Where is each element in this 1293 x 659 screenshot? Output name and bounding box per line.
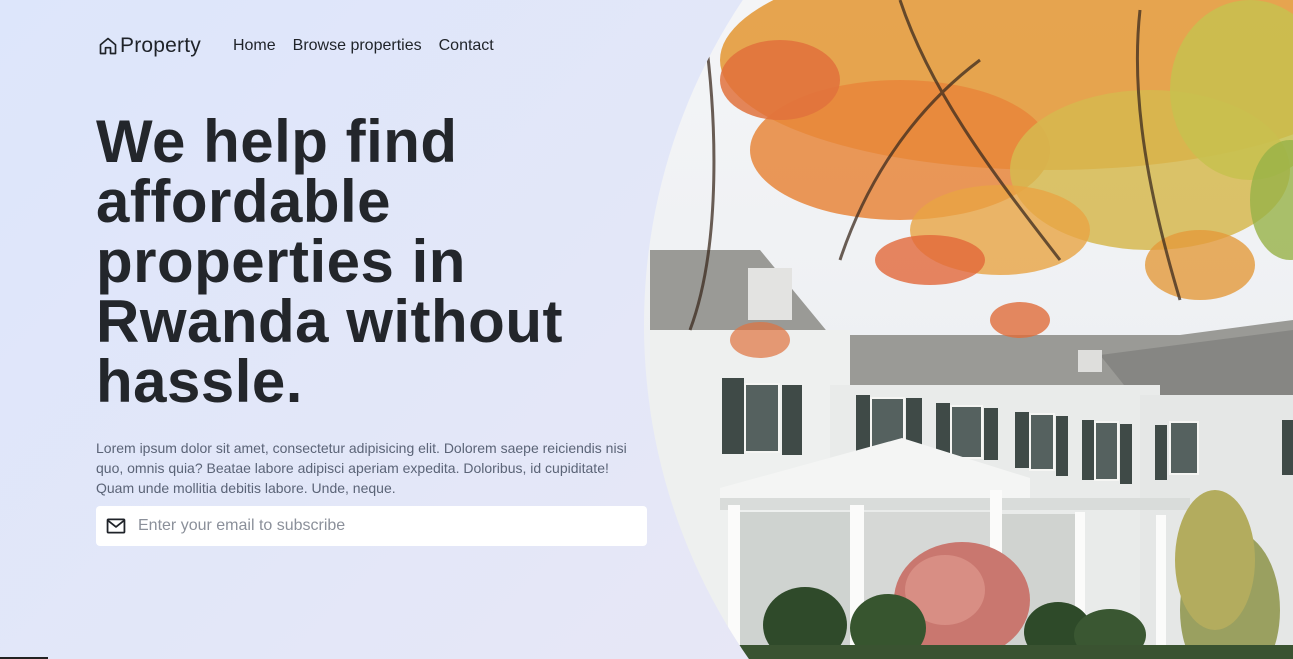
brand-name: Property bbox=[120, 34, 201, 57]
nav-contact-link[interactable]: Contact bbox=[439, 37, 494, 55]
nav-browse-properties-link[interactable]: Browse properties bbox=[293, 37, 422, 55]
nav-links: Home Browse properties Contact bbox=[233, 37, 511, 55]
brand-logo[interactable]: Property bbox=[98, 34, 201, 58]
home-icon bbox=[99, 37, 117, 55]
email-subscribe-input[interactable] bbox=[136, 516, 620, 536]
hero-description: Lorem ipsum dolor sit amet, consectetur … bbox=[96, 440, 627, 496]
mail-icon bbox=[106, 518, 126, 534]
subscribe-form bbox=[96, 506, 647, 546]
main-nav: Property Home Browse properties Contact bbox=[98, 32, 511, 60]
nav-home-link[interactable]: Home bbox=[233, 37, 276, 55]
hero-headline: We help find affordable properties in Rw… bbox=[96, 108, 563, 415]
